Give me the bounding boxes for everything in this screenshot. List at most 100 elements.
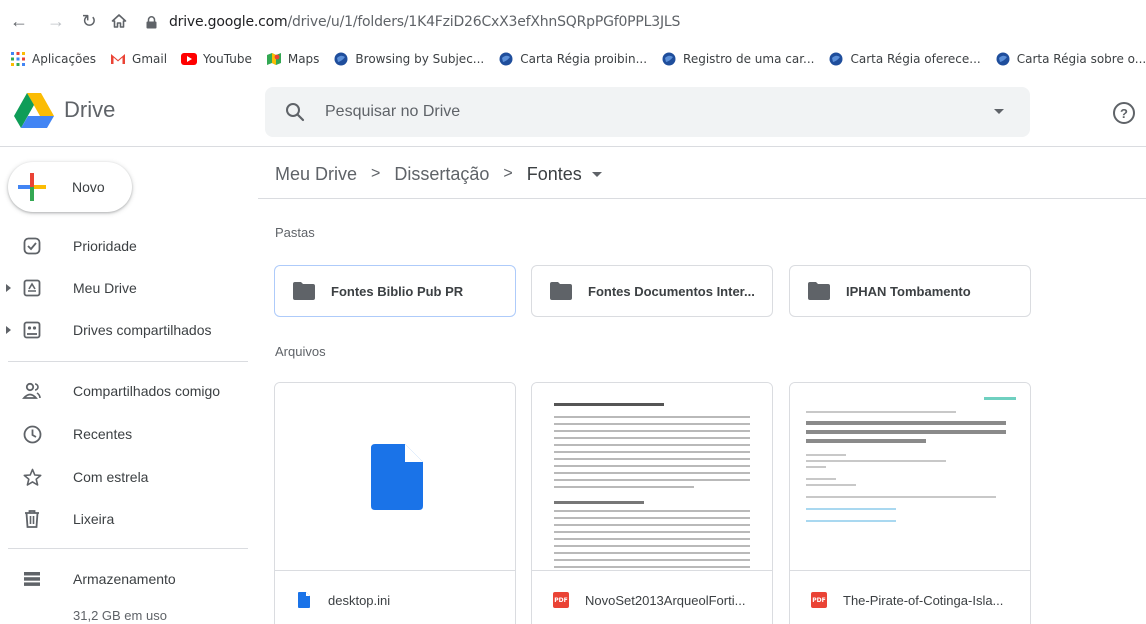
help-glyph: ? [1120,105,1128,121]
youtube-icon [181,51,198,67]
search-box[interactable]: Pesquisar no Drive [265,87,1030,137]
bookmark-label: Carta Régia proibin... [520,52,648,66]
maps-icon [266,51,282,67]
sidebar-item-label: Com estrela [73,469,149,485]
drive-logo-icon [14,93,54,128]
bookmark-youtube[interactable]: YouTube [181,51,252,67]
breadcrumb-my-drive[interactable]: Meu Drive [275,164,357,185]
sidebar-item-label: Armazenamento [73,571,176,587]
forward-icon[interactable]: → [45,10,67,32]
bookmark-item[interactable]: Browsing by Subjec... [333,51,484,67]
file-card[interactable]: PDF NovoSet2013ArqueolForti... [531,382,773,624]
sidebar-item-starred[interactable]: Com estrela [0,459,248,495]
pdf-icon: PDF [553,592,569,608]
chevron-right-icon: > [371,165,381,182]
globe-icon [661,51,677,67]
search-options-icon[interactable] [994,109,1004,114]
sidebar-item-label: Drives compartilhados [73,322,212,338]
sidebar-item-shared-with-me[interactable]: Compartilhados comigo [0,373,248,409]
bookmark-apps[interactable]: Aplicações [10,51,96,67]
file-preview [790,383,1030,571]
header-divider [0,146,1146,147]
bookmark-label: Browsing by Subjec... [355,52,485,66]
drive-logo[interactable]: Drive [14,92,115,128]
apps-grid-icon [10,51,26,67]
plus-icon [18,173,46,201]
clock-icon [22,424,42,444]
bookmark-maps[interactable]: Maps [266,51,320,67]
breadcrumb: Meu Drive > Dissertação > Fontes [275,162,602,186]
sidebar-item-label: Prioridade [73,238,137,254]
browser-toolbar: ← → ↻ drive.google.com/drive/u/1/folders… [0,0,1146,42]
address-bar[interactable]: drive.google.com/drive/u/1/folders/1K4Fz… [146,12,680,32]
globe-icon [995,51,1011,67]
star-icon [22,467,42,487]
file-type-icon [296,592,312,608]
drive-app: Drive Pesquisar no Drive ? Novo Priorida… [0,78,1146,624]
bookmark-item[interactable]: Carta Régia proibin... [498,51,647,67]
search-input[interactable]: Pesquisar no Drive [325,103,460,121]
sidebar-item-storage[interactable]: Armazenamento [0,561,248,597]
folder-menu-caret-icon[interactable] [591,171,602,177]
file-footer: desktop.ini [275,585,515,615]
back-icon[interactable]: ← [8,10,30,32]
main-divider [258,198,1146,199]
file-label: NovoSet2013ArqueolForti... [585,592,746,608]
bookmark-label: Carta Régia sobre o... [1016,52,1146,66]
shared-drives-icon [22,320,42,340]
globe-icon [333,51,349,67]
sidebar-item-my-drive[interactable]: Meu Drive [0,270,248,306]
file-footer: PDF The-Pirate-of-Cotinga-Isla... [790,585,1030,615]
new-button-label: Novo [72,179,105,195]
storage-icon [22,569,42,589]
sidebar-item-label: Recentes [73,426,133,442]
bookmark-label: Gmail [132,52,168,66]
sidebar-item-label: Lixeira [73,511,115,527]
new-button[interactable]: Novo [8,162,132,212]
url-path: /drive/u/1/folders/1K4FziD26CxX3efXhnSQR… [287,14,681,30]
app-name: Drive [64,97,116,122]
expand-arrow-icon[interactable] [6,326,11,334]
reload-icon[interactable]: ↻ [78,10,100,32]
url-host: drive.google.com [169,14,288,30]
folder-label: Fontes Biblio Pub PR [331,283,464,299]
folder-label: IPHAN Tombamento [846,283,971,299]
file-card[interactable]: PDF The-Pirate-of-Cotinga-Isla... [789,382,1031,624]
bookmark-item[interactable]: Registro de uma car... [661,51,814,67]
globe-icon [828,51,844,67]
folders-section-title: Pastas [275,225,315,240]
sidebar-item-label: Compartilhados comigo [73,383,221,399]
storage-usage: 31,2 GB em uso [73,608,167,623]
bookmark-item[interactable]: Carta Régia sobre o... [995,51,1146,67]
sidebar-item-priority[interactable]: Prioridade [0,228,248,264]
bookmark-label: Maps [287,52,320,66]
expand-arrow-icon[interactable] [6,284,11,292]
search-icon [286,103,305,122]
bookmark-gmail[interactable]: Gmail [110,51,167,67]
file-card[interactable]: desktop.ini [274,382,516,624]
bookmark-item[interactable]: Carta Régia oferece... [828,51,981,67]
generic-file-icon [371,444,423,510]
bookmark-label: Registro de uma car... [683,52,815,66]
home-icon[interactable] [108,10,130,32]
bookmark-label: Aplicações [32,52,97,66]
breadcrumb-current-folder[interactable]: Fontes [527,164,582,185]
sidebar-item-recent[interactable]: Recentes [0,416,248,452]
folder-icon [293,282,315,300]
folder-icon [550,282,572,300]
priority-check-icon [22,236,42,256]
file-label: desktop.ini [328,592,391,608]
help-icon[interactable]: ? [1113,102,1135,124]
bookmarks-bar: Aplicações Gmail YouTube Maps Browsing b… [0,46,1146,72]
folder-card[interactable]: Fontes Biblio Pub PR [274,265,516,317]
folder-card[interactable]: IPHAN Tombamento [789,265,1031,317]
folder-card[interactable]: Fontes Documentos Inter... [531,265,773,317]
sidebar-item-trash[interactable]: Lixeira [0,501,248,537]
sidebar-item-shared-drives[interactable]: Drives compartilhados [0,312,248,348]
trash-icon [22,509,42,529]
breadcrumb-dissertation[interactable]: Dissertação [394,164,489,185]
sidebar-divider [8,548,248,549]
files-section-title: Arquivos [275,344,326,359]
globe-icon [498,51,514,67]
folder-icon [808,282,830,300]
